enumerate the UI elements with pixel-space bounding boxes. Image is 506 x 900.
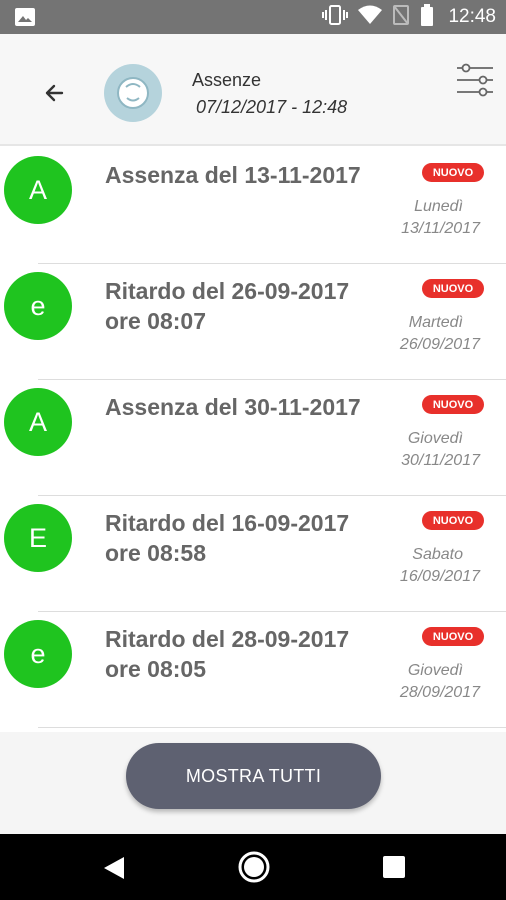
vibrate-icon: [322, 4, 349, 31]
sliders-icon[interactable]: [456, 62, 494, 98]
type-badge: e: [4, 272, 72, 340]
page-subtitle: 07/12/2017 - 12:48: [196, 97, 348, 117]
footer: MOSTRA TUTTI: [0, 732, 506, 834]
new-badge: NUOVO: [422, 163, 484, 182]
item-day: Giovedì: [407, 430, 463, 447]
item-date: 28/09/2017: [399, 684, 480, 701]
item-title: Ritardo del 28-09-2017 ore 08:05: [105, 626, 350, 682]
new-badge: NUOVO: [422, 511, 484, 530]
battery-icon: [420, 3, 434, 31]
no-signal-icon: [392, 4, 410, 31]
nav-back-icon[interactable]: [100, 854, 128, 882]
status-time: 12:48: [448, 6, 496, 27]
item-day: Sabato: [412, 546, 463, 563]
list-item[interactable]: A Assenza del 30-11-2017 NUOVO Giovedì 3…: [0, 380, 506, 496]
item-title: Assenza del 30-11-2017: [105, 394, 361, 420]
item-title: Assenza del 13-11-2017: [105, 162, 361, 188]
clock-icon: [117, 77, 149, 109]
arrow-left-icon[interactable]: [38, 76, 72, 110]
item-date: 13/11/2017: [401, 220, 480, 237]
type-badge: e: [4, 620, 72, 688]
item-day: Giovedì: [407, 662, 463, 679]
list-item[interactable]: e Ritardo del 28-09-2017 ore 08:05 NUOVO…: [0, 612, 506, 728]
image-icon: [14, 7, 36, 27]
app-header: Assenze 07/12/2017 - 12:48: [0, 34, 506, 146]
absence-list: A Assenza del 13-11-2017 NUOVO Lunedì 13…: [0, 148, 506, 728]
type-badge: A: [4, 156, 72, 224]
list-item[interactable]: E Ritardo del 16-09-2017 ore 08:58 NUOVO…: [0, 496, 506, 612]
new-badge: NUOVO: [422, 279, 484, 298]
navigation-bar: [0, 834, 506, 900]
nav-home-icon[interactable]: [237, 850, 271, 884]
divider: [38, 727, 506, 728]
show-all-button[interactable]: MOSTRA TUTTI: [126, 743, 381, 809]
new-badge: NUOVO: [422, 395, 484, 414]
item-date: 26/09/2017: [399, 336, 480, 353]
status-icons: 12:48: [322, 0, 496, 34]
type-badge: E: [4, 504, 72, 572]
item-day: Lunedì: [414, 198, 463, 215]
list-item[interactable]: A Assenza del 13-11-2017 NUOVO Lunedì 13…: [0, 148, 506, 264]
page-title: Assenze: [192, 70, 262, 90]
wifi-icon: [358, 5, 383, 30]
item-date: 16/09/2017: [399, 568, 480, 585]
nav-recent-icon[interactable]: [382, 855, 406, 879]
avatar: [104, 64, 162, 122]
item-day: Martedì: [408, 314, 463, 331]
new-badge: NUOVO: [422, 627, 484, 646]
status-bar: 12:48: [0, 0, 506, 34]
item-title: Ritardo del 16-09-2017 ore 08:58: [105, 510, 350, 566]
type-badge: A: [4, 388, 72, 456]
list-item[interactable]: e Ritardo del 26-09-2017 ore 08:07 NUOVO…: [0, 264, 506, 380]
item-title: Ritardo del 26-09-2017 ore 08:07: [105, 278, 350, 334]
item-date: 30/11/2017: [401, 452, 480, 469]
